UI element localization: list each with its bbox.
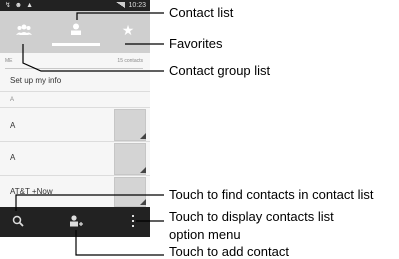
callout-options-menu-line2: option menu [169, 227, 241, 242]
callout-add-contact: Touch to add contact [169, 244, 289, 259]
callout-favorites: Favorites [169, 36, 223, 51]
callout-contact-group-list: Contact group list [169, 63, 271, 78]
callout-options-menu-line1: Touch to display contacts list [169, 209, 334, 224]
callout-contact-list: Contact list [169, 5, 234, 20]
callout-find-contacts: Touch to find contacts in contact list [169, 187, 374, 202]
